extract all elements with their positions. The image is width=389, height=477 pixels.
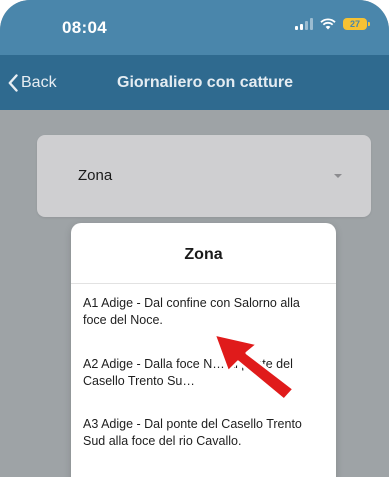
cellular-signal-icon (295, 18, 313, 30)
content-overlay: Zona Zona A1 Adige - Dal confine con Sal… (0, 110, 389, 477)
red-pointer-arrow-icon (210, 332, 302, 402)
back-label: Back (21, 73, 57, 91)
status-icons: 27 (295, 18, 370, 30)
dropdown-caret-icon (334, 174, 342, 178)
page-title: Giornaliero con catture (117, 74, 294, 91)
zona-option-a1[interactable]: A1 Adige - Dal confine con Salorno alla … (83, 295, 308, 329)
status-bar: 08:04 27 (0, 0, 389, 55)
navigation-bar: Back Giornaliero con catture (0, 55, 389, 110)
phone-screen: 08:04 27 Back Giornaliero con catture Zo… (0, 0, 389, 477)
zona-select-label: Zona (78, 167, 113, 184)
chevron-left-icon (8, 73, 18, 92)
dialog-title: Zona (71, 223, 336, 284)
zona-select[interactable]: Zona (37, 135, 371, 217)
status-time: 08:04 (62, 18, 107, 37)
battery-icon: 27 (343, 18, 370, 30)
zona-option-a3[interactable]: A3 Adige - Dal ponte del Casello Trento … (83, 416, 308, 450)
back-button[interactable]: Back (8, 55, 57, 110)
wifi-icon (320, 18, 336, 30)
